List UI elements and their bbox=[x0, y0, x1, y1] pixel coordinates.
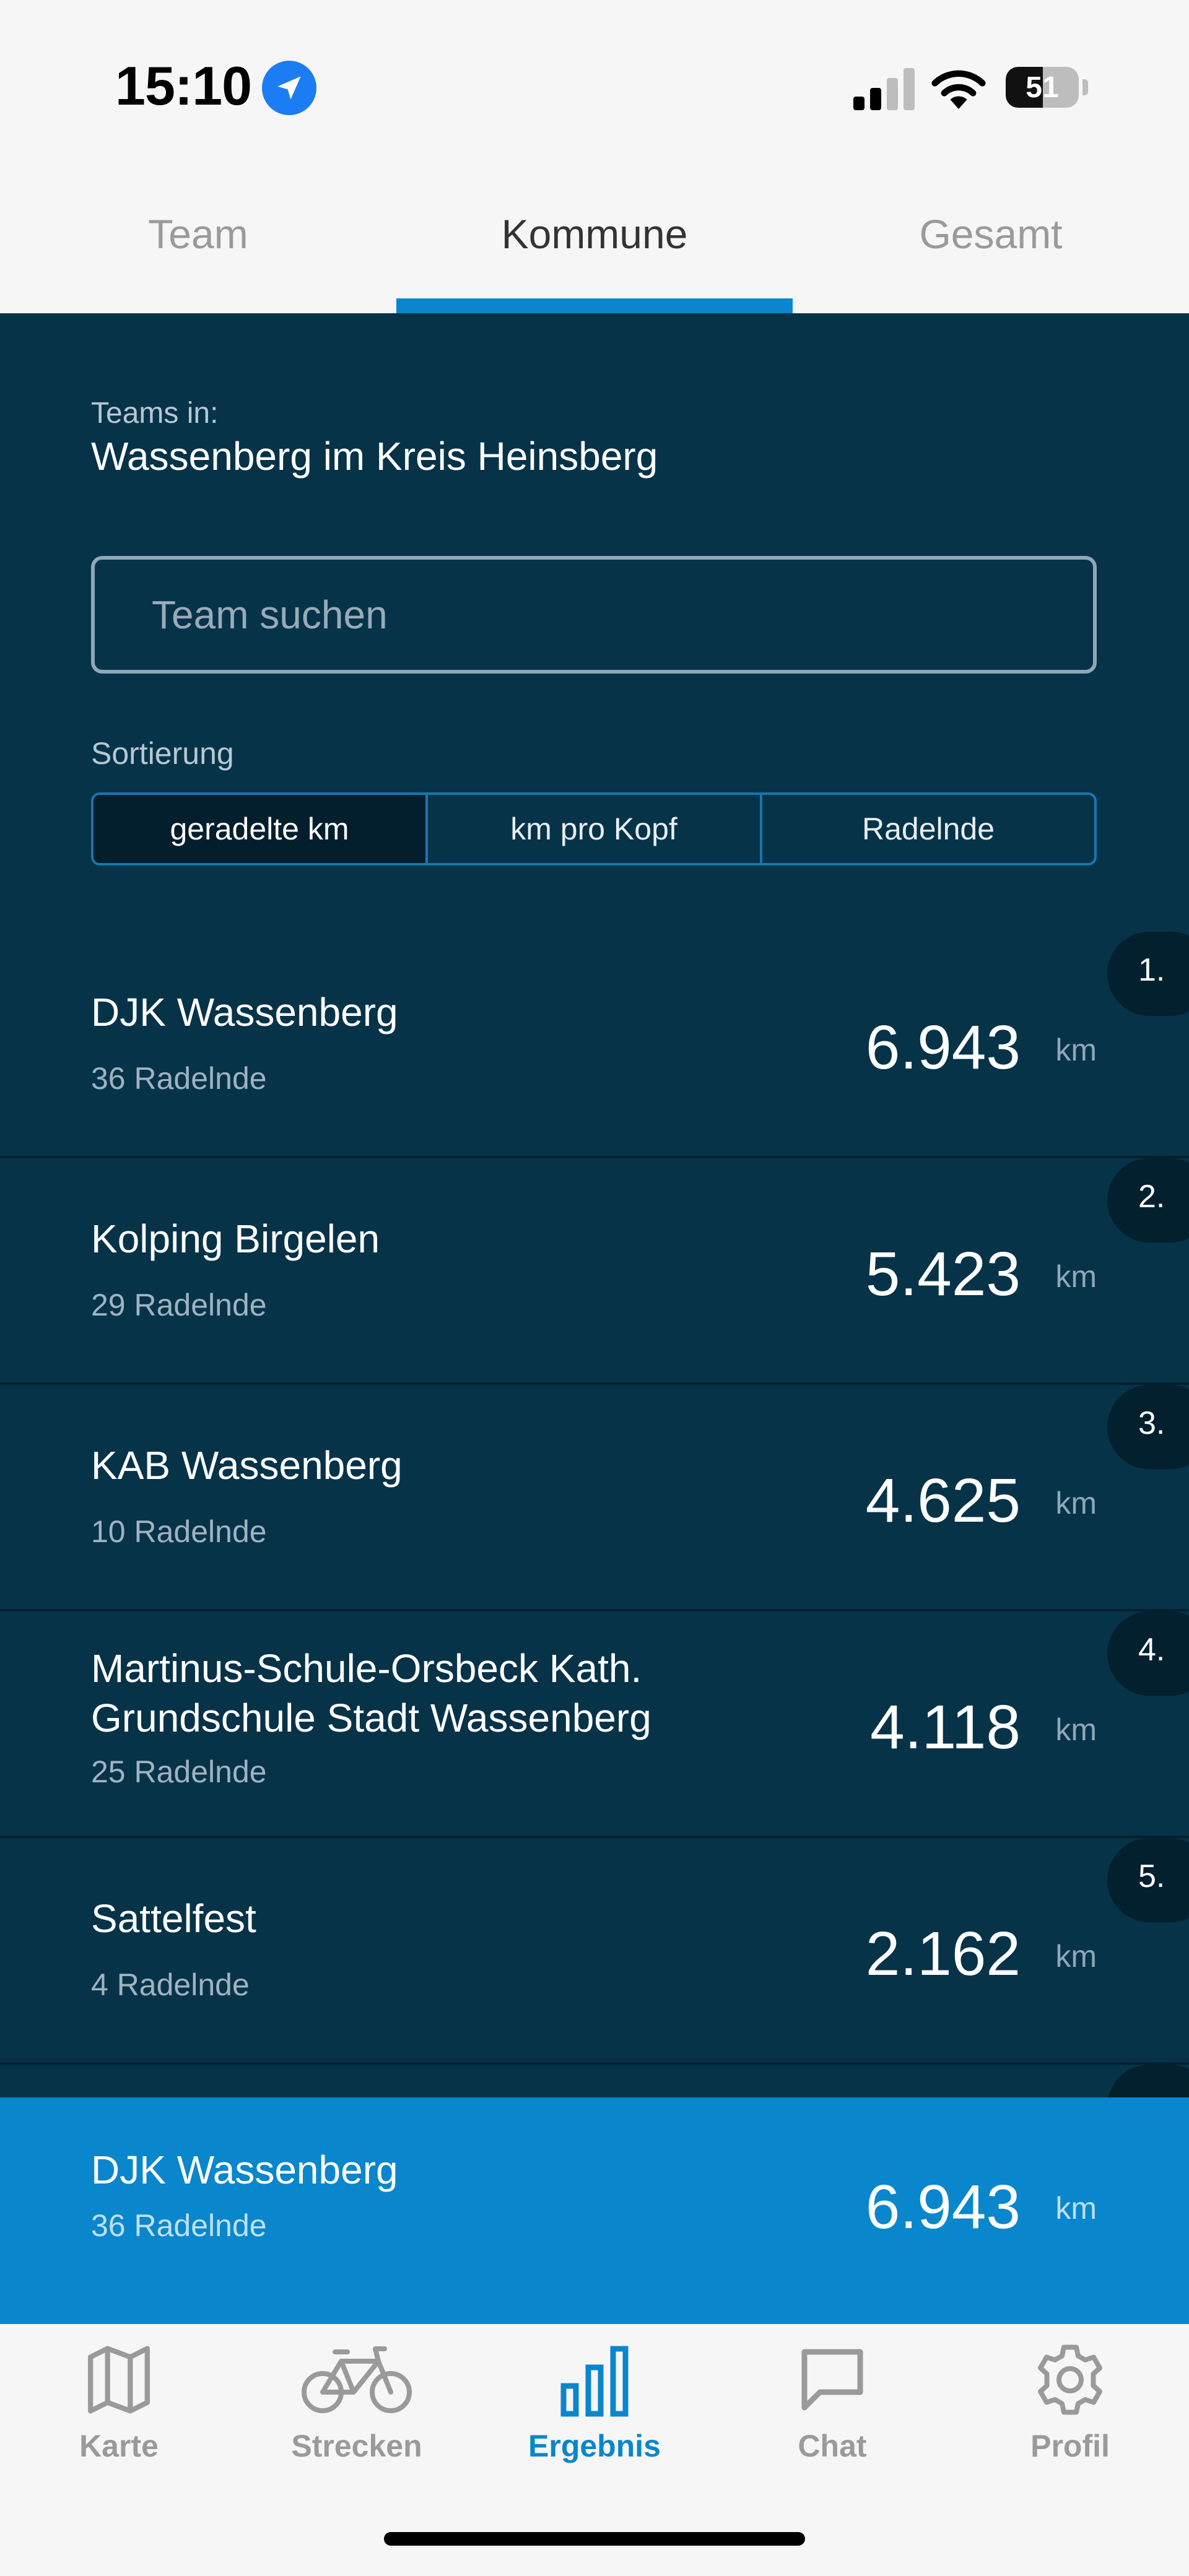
nav-label: Ergebnis bbox=[528, 2429, 661, 2463]
team-km: 4.625 bbox=[865, 1466, 1021, 1535]
team-ranking-list: DJK Wassenberg 36 Radelnde 6.943 km 1. K… bbox=[0, 932, 1189, 2291]
rank-badge: 3. bbox=[1107, 1385, 1189, 1469]
sort-option-km[interactable]: geradelte km bbox=[94, 795, 428, 863]
team-name: KAB Wassenberg bbox=[91, 1443, 403, 1488]
rank-badge: 2. bbox=[1107, 1158, 1189, 1242]
bar-chart-icon bbox=[560, 2346, 629, 2417]
team-name: Kolping Birgelen bbox=[91, 1216, 380, 1261]
active-tab-indicator bbox=[396, 298, 793, 313]
tab-gesamt[interactable]: Gesamt bbox=[793, 210, 1189, 258]
home-indicator bbox=[384, 2532, 805, 2546]
team-km: 2.162 bbox=[865, 1919, 1021, 1988]
chat-bubble-icon bbox=[801, 2349, 863, 2411]
my-team-rider-count: 36 Radelnde bbox=[91, 2208, 267, 2243]
rank-badge: 5. bbox=[1107, 1838, 1189, 1922]
team-km: 4.118 bbox=[870, 1693, 1021, 1762]
team-rider-count: 25 Radelnde bbox=[91, 1754, 267, 1789]
location-arrow-icon bbox=[262, 61, 316, 115]
team-km-unit: km bbox=[1055, 1712, 1097, 1747]
nav-karte[interactable]: Karte bbox=[0, 2343, 238, 2504]
team-rider-count: 29 Radelnde bbox=[91, 1288, 267, 1322]
team-search-input[interactable] bbox=[91, 556, 1097, 674]
scope-tabs: Team Kommune Gesamt bbox=[0, 173, 1189, 313]
municipality-name: Wassenberg im Kreis Heinsberg bbox=[91, 434, 658, 479]
status-bar: 15:10 51 bbox=[0, 0, 1189, 173]
rank-badge: 1. bbox=[1107, 932, 1189, 1016]
sorting-segmented-control: geradelte km km pro Kopf Radelnde bbox=[91, 792, 1097, 865]
my-team-km: 6.943 bbox=[865, 2172, 1021, 2242]
my-team-name: DJK Wassenberg bbox=[91, 2148, 398, 2192]
map-icon bbox=[88, 2346, 150, 2414]
nav-label: Chat bbox=[798, 2429, 867, 2463]
nav-label: Strecken bbox=[291, 2429, 422, 2463]
status-time: 15:10 bbox=[115, 55, 252, 116]
wifi-icon bbox=[929, 62, 988, 115]
team-km-unit: km bbox=[1055, 1259, 1097, 1294]
team-row[interactable]: KAB Wassenberg 10 Radelnde 4.625 km 3. bbox=[0, 1385, 1189, 1611]
team-rider-count: 10 Radelnde bbox=[91, 1514, 267, 1549]
battery-icon: 51 bbox=[1006, 67, 1079, 108]
team-rider-count: 4 Radelnde bbox=[91, 1967, 250, 2002]
sorting-label: Sortierung bbox=[91, 736, 234, 771]
team-name: DJK Wassenberg bbox=[91, 990, 398, 1034]
cellular-signal-icon bbox=[853, 67, 915, 110]
teams-in-label: Teams in: bbox=[91, 397, 219, 430]
team-km-unit: km bbox=[1055, 1486, 1097, 1520]
battery-cap bbox=[1082, 79, 1088, 95]
team-name: Martinus-Schule-Orsbeck Kath. Grundschul… bbox=[91, 1646, 651, 1740]
rank-badge: 4. bbox=[1107, 1611, 1189, 1696]
team-row[interactable]: Kolping Birgelen 29 Radelnde 5.423 km 2. bbox=[0, 1158, 1189, 1385]
team-km: 6.943 bbox=[865, 1013, 1021, 1082]
bicycle-icon bbox=[302, 2346, 412, 2413]
team-km: 5.423 bbox=[865, 1239, 1021, 1309]
nav-label: Profil bbox=[1030, 2429, 1110, 2463]
nav-profil[interactable]: Profil bbox=[951, 2343, 1189, 2504]
team-km-unit: km bbox=[1055, 1033, 1097, 1067]
nav-label: Karte bbox=[79, 2429, 159, 2463]
team-name: Sattelfest bbox=[91, 1896, 256, 1941]
team-row[interactable]: Sattelfest 4 Radelnde 2.162 km 5. bbox=[0, 1838, 1189, 2065]
tab-team[interactable]: Team bbox=[0, 210, 396, 258]
gear-icon bbox=[1038, 2344, 1102, 2415]
team-rider-count: 36 Radelnde bbox=[91, 1061, 267, 1096]
nav-strecken[interactable]: Strecken bbox=[238, 2343, 476, 2504]
sort-option-riders[interactable]: Radelnde bbox=[762, 795, 1094, 863]
nav-chat[interactable]: Chat bbox=[713, 2343, 951, 2504]
team-row[interactable]: DJK Wassenberg 36 Radelnde 6.943 km 1. bbox=[0, 932, 1189, 1158]
nav-ergebnis[interactable]: Ergebnis bbox=[476, 2343, 713, 2504]
team-km-unit: km bbox=[1055, 1939, 1097, 1974]
team-row[interactable]: Martinus-Schule-Orsbeck Kath. Grundschul… bbox=[0, 1611, 1189, 1838]
sort-option-km-per-head[interactable]: km pro Kopf bbox=[428, 795, 762, 863]
tab-kommune[interactable]: Kommune bbox=[396, 210, 793, 258]
battery-level: 51 bbox=[1026, 71, 1059, 104]
my-team-summary[interactable]: DJK Wassenberg 36 Radelnde 6.943 km bbox=[0, 2097, 1189, 2324]
my-team-km-unit: km bbox=[1055, 2191, 1097, 2226]
